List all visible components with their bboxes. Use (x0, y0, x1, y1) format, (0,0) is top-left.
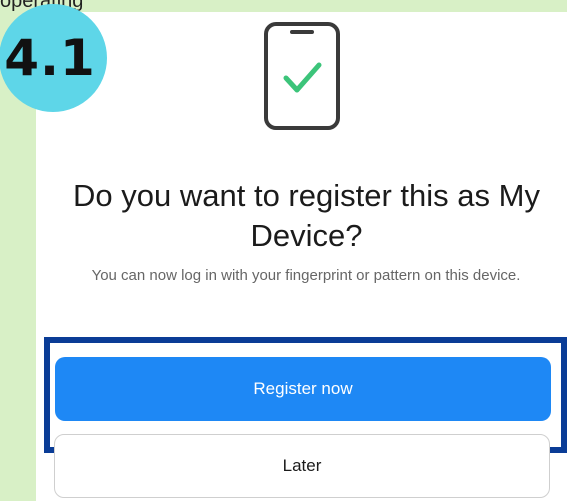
step-badge-label: 4.1 (4, 29, 96, 87)
later-button[interactable]: Later (54, 434, 550, 498)
smartphone-check-icon (264, 22, 340, 130)
dialog-title: Do you want to register this as My Devic… (73, 178, 540, 253)
step-badge: 4.1 (0, 4, 107, 112)
dialog-subtitle: You can now log in with your fingerprint… (91, 267, 521, 284)
register-now-button[interactable]: Register now (55, 357, 551, 421)
